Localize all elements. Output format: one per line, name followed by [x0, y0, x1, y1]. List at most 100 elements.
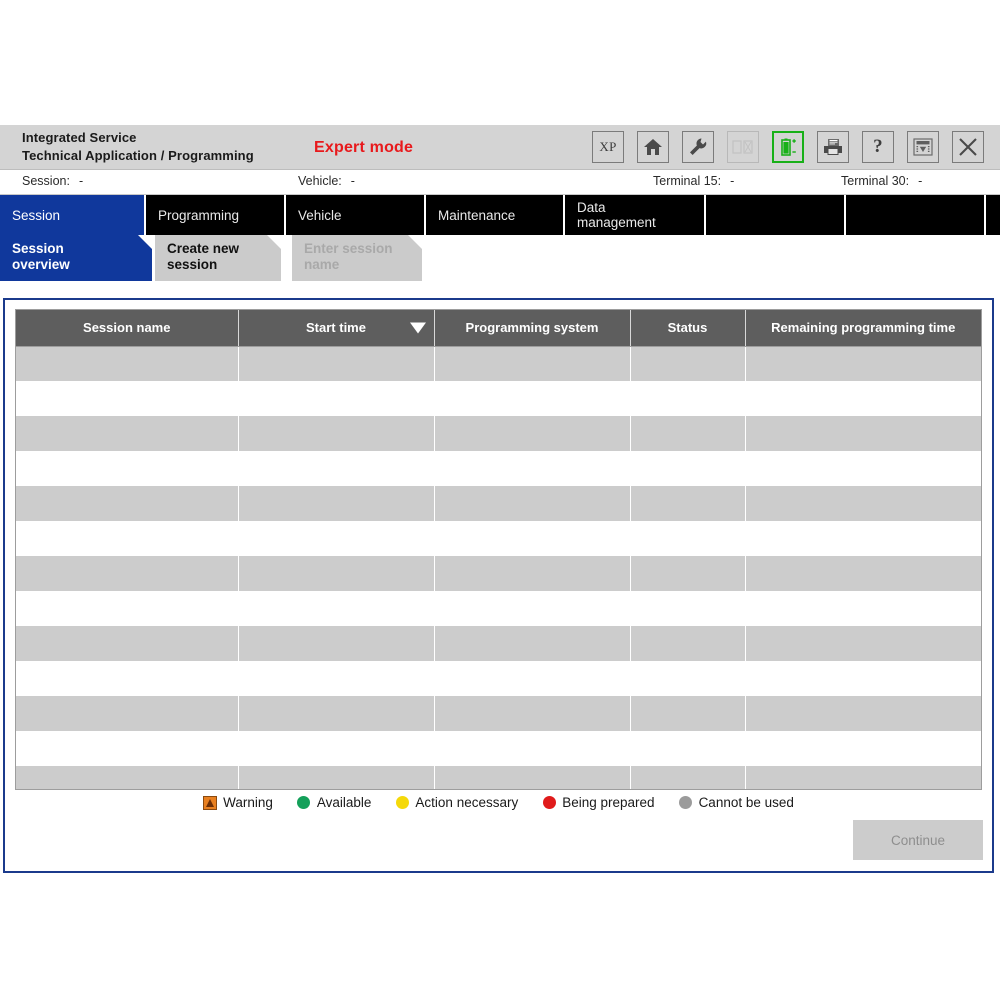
table-row[interactable]	[16, 696, 981, 731]
status-bar: Session: - Vehicle: - Terminal 15: - Termin…	[0, 170, 1000, 195]
home-button[interactable]	[637, 131, 669, 163]
table-row[interactable]	[16, 766, 981, 789]
table-cell	[238, 416, 435, 451]
table-cell	[630, 346, 746, 381]
table-row[interactable]	[16, 731, 981, 766]
continue-button[interactable]: Continue	[853, 820, 983, 860]
measure-button	[727, 131, 759, 163]
nav-tab-empty-1[interactable]	[706, 195, 846, 235]
status-terminal30: Terminal 30: -	[841, 174, 922, 188]
being-prepared-status-icon	[542, 796, 556, 810]
status-terminal30-label: Terminal 30:	[841, 174, 910, 188]
settings-button[interactable]	[682, 131, 714, 163]
table-row[interactable]	[16, 451, 981, 486]
nav-tab-session-label: Session	[12, 207, 61, 223]
nav-tab-vehicle-label: Vehicle	[298, 207, 342, 223]
table-cell	[745, 731, 981, 766]
table-row[interactable]	[16, 556, 981, 591]
table-cell	[434, 556, 631, 591]
subtab-session-overview[interactable]: Session overview	[0, 235, 152, 281]
table-cell	[238, 591, 435, 626]
nav-tab-data-management-label-line2: management	[577, 215, 656, 230]
application-title: Integrated Service Technical Application…	[22, 130, 254, 164]
subtab-enter-session-name-line1: Enter session	[304, 241, 393, 256]
table-row[interactable]	[16, 591, 981, 626]
table-cell	[238, 521, 435, 556]
table-cell	[434, 416, 631, 451]
session-table-header-row: Session name Start time Programming syst…	[16, 310, 981, 347]
table-cell	[630, 451, 746, 486]
title-bar: Integrated Service Technical Application…	[0, 125, 1000, 170]
table-cell	[16, 381, 239, 416]
column-header-remaining-time-label: Remaining programming time	[771, 320, 956, 336]
status-terminal15-label: Terminal 15:	[653, 174, 722, 188]
legend-item-being-prepared: Being prepared	[542, 795, 655, 810]
status-terminal15-value: -	[730, 174, 735, 188]
main-navigation: Session Programming Vehicle Maintenance …	[0, 195, 1000, 235]
table-cell	[630, 486, 746, 521]
home-icon	[643, 138, 663, 156]
table-cell	[630, 521, 746, 556]
nav-tab-vehicle[interactable]: Vehicle	[286, 195, 426, 235]
session-table-body	[16, 346, 981, 789]
nav-tab-programming[interactable]: Programming	[146, 195, 286, 235]
table-cell	[16, 661, 239, 696]
table-cell	[16, 626, 239, 661]
help-button[interactable]: ?	[862, 131, 894, 163]
table-cell	[16, 451, 239, 486]
table-row[interactable]	[16, 381, 981, 416]
subtab-enter-session-name-line2: name	[304, 257, 340, 272]
xp-mode-button[interactable]: XP	[592, 131, 624, 163]
warning-icon	[203, 795, 218, 810]
battery-status-button[interactable]	[772, 131, 804, 163]
table-cell	[745, 626, 981, 661]
status-vehicle: Vehicle: -	[298, 174, 355, 188]
nav-tab-maintenance[interactable]: Maintenance	[426, 195, 565, 235]
table-cell	[16, 416, 239, 451]
minimize-button[interactable]	[907, 131, 939, 163]
table-row[interactable]	[16, 486, 981, 521]
table-cell	[745, 416, 981, 451]
toolbar: XP ?	[592, 131, 984, 163]
column-header-start-time[interactable]: Start time	[238, 310, 435, 347]
table-row[interactable]	[16, 416, 981, 451]
close-button[interactable]	[952, 131, 984, 163]
nav-tab-session[interactable]: Session	[0, 195, 146, 235]
question-mark-icon: ?	[873, 136, 883, 157]
table-row[interactable]	[16, 346, 981, 381]
session-table-header: Session name Start time Programming syst…	[16, 310, 981, 347]
subtab-session-overview-line2: overview	[12, 257, 70, 272]
sort-descending-icon[interactable]	[409, 322, 426, 334]
status-session-label: Session:	[22, 174, 70, 188]
table-cell	[238, 731, 435, 766]
table-cell	[745, 661, 981, 696]
table-cell	[434, 661, 631, 696]
subtab-create-new-session[interactable]: Create new session	[155, 235, 281, 281]
column-header-status[interactable]: Status	[630, 310, 746, 347]
status-terminal15: Terminal 15: -	[653, 174, 734, 188]
legend-item-available-label: Available	[316, 795, 372, 810]
legend-item-warning-label: Warning	[223, 795, 273, 810]
nav-tab-data-management[interactable]: Data management	[565, 195, 706, 235]
nav-tab-empty-2[interactable]	[846, 195, 986, 235]
table-cell	[238, 766, 435, 789]
table-cell	[745, 696, 981, 731]
table-row[interactable]	[16, 521, 981, 556]
close-x-icon	[957, 136, 979, 158]
subtab-create-new-session-line2: session	[167, 257, 218, 272]
table-cell	[16, 346, 239, 381]
table-row[interactable]	[16, 661, 981, 696]
action-necessary-status-icon	[395, 796, 409, 810]
table-row[interactable]	[16, 626, 981, 661]
column-header-programming-system[interactable]: Programming system	[434, 310, 631, 347]
status-terminal30-value: -	[918, 174, 923, 188]
table-cell	[630, 591, 746, 626]
table-cell	[630, 661, 746, 696]
table-cell	[745, 381, 981, 416]
table-cell	[16, 521, 239, 556]
nav-tab-maintenance-label: Maintenance	[438, 207, 516, 223]
print-button[interactable]	[817, 131, 849, 163]
column-header-remaining-time[interactable]: Remaining programming time	[745, 310, 981, 347]
column-header-session-name[interactable]: Session name	[16, 310, 239, 347]
table-cell	[434, 766, 631, 789]
